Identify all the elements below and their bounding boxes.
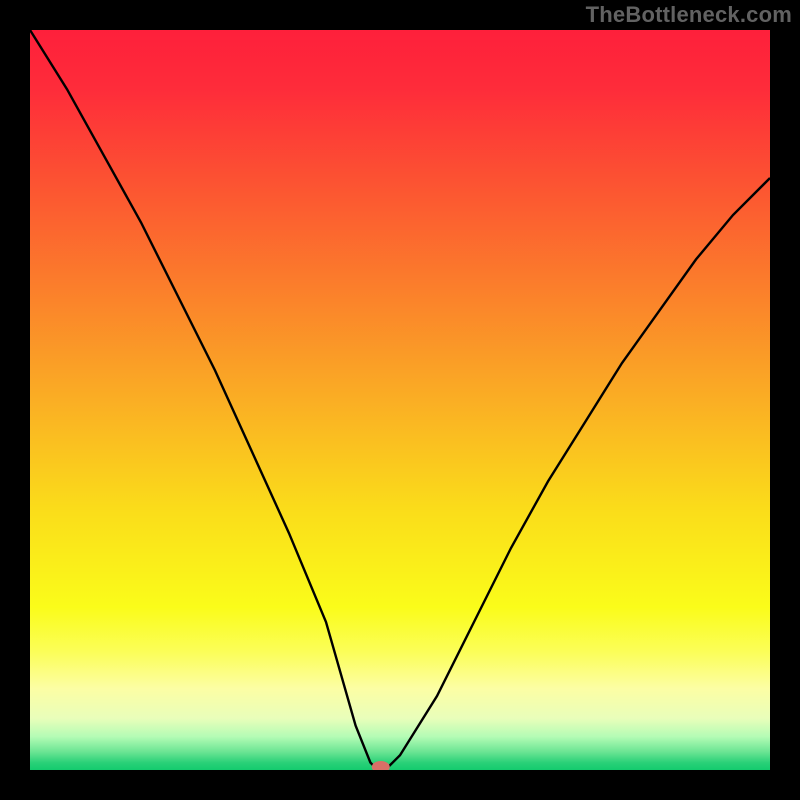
gradient-background [30,30,770,770]
watermark-text: TheBottleneck.com [586,2,792,28]
bottleneck-chart [30,30,770,770]
plot-area [30,30,770,770]
chart-frame: TheBottleneck.com [0,0,800,800]
